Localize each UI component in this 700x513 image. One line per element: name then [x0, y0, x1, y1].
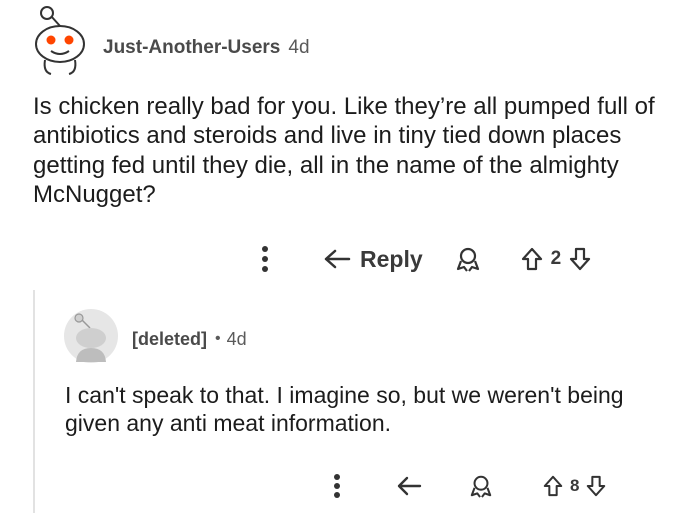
comment-age: 4d — [288, 37, 310, 58]
separator-dot: • — [215, 330, 221, 347]
deleted-user-avatar-icon — [64, 309, 118, 363]
more-options-icon[interactable] — [248, 242, 282, 276]
award-icon[interactable] — [453, 244, 483, 274]
vote-count: 8 — [570, 476, 580, 495]
snoo-avatar-icon — [35, 6, 85, 75]
comment-top: Just-Another-Users 4d Is chicken really … — [0, 0, 700, 290]
upvote-arrow-icon[interactable] — [517, 244, 547, 274]
username: [deleted] — [132, 328, 208, 349]
avatar[interactable] — [27, 4, 91, 76]
vote-count: 2 — [550, 248, 562, 269]
reply-arrow-icon[interactable] — [394, 471, 424, 501]
comment-header: Just-Another-Users 4d — [103, 34, 310, 62]
reply-arrow-icon — [322, 244, 352, 274]
comment-actions: 8 — [322, 468, 611, 504]
upvote-arrow-icon[interactable] — [538, 471, 568, 501]
reply-button[interactable]: Reply — [322, 244, 423, 274]
username[interactable]: Just-Another-Users — [103, 37, 280, 59]
comment-reply: [deleted] • 4d I can't speak to that. I … — [0, 290, 700, 513]
comment-body: I can't speak to that. I imagine so, but… — [65, 382, 624, 437]
reply-label: Reply — [360, 245, 423, 272]
downvote-arrow-icon[interactable] — [565, 244, 595, 274]
comment-header: [deleted] • 4d — [132, 326, 247, 352]
avatar[interactable] — [63, 308, 119, 364]
comment-body: Is chicken really bad for you. Like they… — [33, 93, 655, 208]
more-options-icon[interactable] — [322, 470, 352, 502]
downvote-arrow-icon[interactable] — [581, 471, 611, 501]
award-icon[interactable] — [466, 471, 496, 501]
comment-age: 4d — [226, 328, 247, 349]
comment-actions: Reply 2 — [248, 240, 595, 278]
